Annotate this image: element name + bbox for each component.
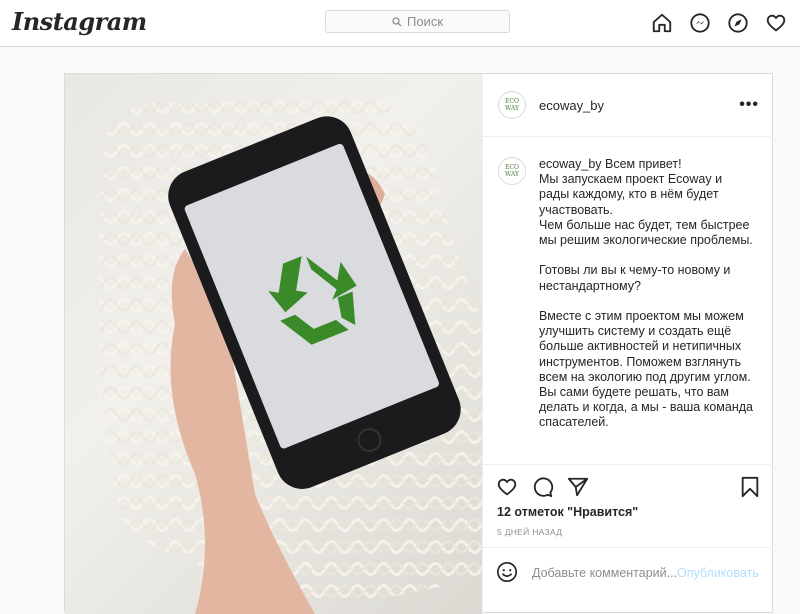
post-photo[interactable]: [65, 74, 482, 614]
instagram-logo[interactable]: Instagram: [12, 7, 147, 36]
search-icon: [392, 16, 402, 26]
post-card: ECO WAY ecoway_by ••• ECO WAY ecoway_by …: [64, 73, 773, 614]
avatar[interactable]: ECO WAY: [498, 91, 526, 119]
home-icon[interactable]: [651, 12, 673, 34]
comment-bubble-icon[interactable]: [532, 476, 554, 498]
share-send-icon[interactable]: [567, 476, 589, 498]
caption-username[interactable]: ecoway_by: [539, 157, 602, 171]
direct-messenger-icon[interactable]: [689, 12, 711, 34]
post-header: ECO WAY ecoway_by •••: [483, 74, 773, 137]
more-options-icon[interactable]: •••: [739, 96, 759, 114]
caption-avatar[interactable]: ECO WAY: [498, 157, 526, 185]
like-heart-icon[interactable]: [496, 476, 518, 498]
post-author-username[interactable]: ecoway_by: [539, 98, 604, 113]
save-bookmark-icon[interactable]: [739, 476, 761, 498]
comments-area: ECO WAY ecoway_by Всем привет! Мы запуск…: [483, 137, 773, 464]
comment-input[interactable]: Добавьте комментарий...: [532, 566, 677, 580]
emoji-smile-icon[interactable]: [496, 561, 518, 583]
post-actions: 12 отметок "Нравится" 5 ДНЕЙ НАЗАД: [483, 464, 773, 549]
post-caption: ecoway_by Всем привет! Мы запускаем прое…: [539, 157, 754, 431]
likes-count[interactable]: 12 отметок "Нравится": [497, 505, 638, 519]
search-placeholder: Поиск: [406, 14, 444, 29]
top-navigation-bar: Instagram Поиск: [0, 0, 800, 47]
publish-button[interactable]: Опубликовать: [677, 566, 759, 580]
caption-text: Всем привет! Мы запускаем проект Ecoway …: [539, 157, 753, 430]
activity-heart-icon[interactable]: [765, 12, 787, 34]
explore-compass-icon[interactable]: [727, 12, 749, 34]
post-side-panel: ECO WAY ecoway_by ••• ECO WAY ecoway_by …: [482, 74, 773, 614]
search-input[interactable]: Поиск: [325, 10, 510, 33]
post-date[interactable]: 5 ДНЕЙ НАЗАД: [497, 527, 562, 537]
post-photo-illustration: [98, 94, 482, 614]
add-comment-bar: Добавьте комментарий... Опубликовать: [483, 547, 773, 596]
